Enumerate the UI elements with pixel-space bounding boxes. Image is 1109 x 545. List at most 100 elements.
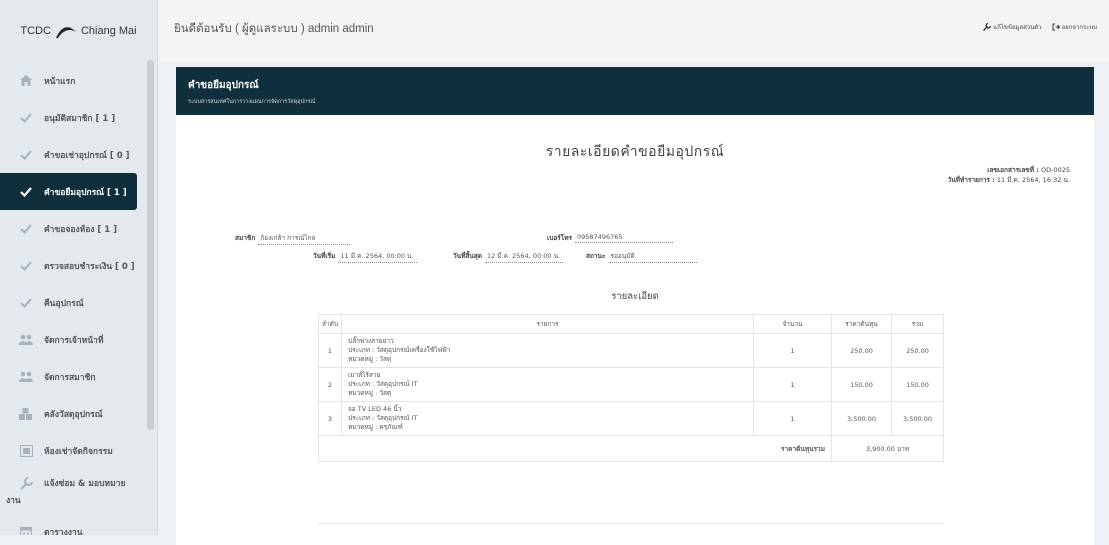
- phone-label: เบอร์โทร: [547, 234, 573, 242]
- status-field: สถานะ รออนุมัติ: [586, 251, 697, 263]
- row-total: 150.00: [891, 367, 944, 402]
- sidebar-item-home[interactable]: หน้าแรก: [0, 62, 157, 99]
- item-type: ประเภท : วัสดุอุปกรณ์ IT: [348, 380, 418, 388]
- sidebar-item-label: หน้าแรก: [44, 76, 76, 87]
- page-subtitle: ระบบสารสนเทศในการวางแผนการจัดการวัสดุอุป…: [188, 99, 316, 105]
- logo-icon: [55, 27, 76, 38]
- col-qty: จำนวน: [753, 314, 832, 334]
- col-total: รวม: [891, 314, 944, 334]
- sidebar-item-payment-check[interactable]: ตรวจสอบชำระเงิน [ 0 ]: [0, 247, 157, 284]
- end-field: วันที่สิ้นสุด 12 มี.ค. 2564, 00:00 น.: [453, 251, 564, 263]
- sidebar-item-return-equipment[interactable]: คืนอุปกรณ์: [0, 284, 157, 321]
- row-price: 150.00: [831, 367, 892, 402]
- row-total: 3,500.00: [891, 401, 944, 436]
- status-value: รออนุมัติ: [608, 251, 697, 263]
- sidebar-item-manage-staff[interactable]: จัดการเจ้าหน้าที่: [0, 321, 157, 358]
- sidebar-scrollbar[interactable]: [147, 60, 154, 430]
- item-category: หมวดหมู่ : ครุภัณฑ์: [348, 423, 403, 431]
- check-icon: [18, 110, 34, 126]
- row-desc: เมาส์ไร้สาย ประเภท : วัสดุอุปกรณ์ IT หมว…: [341, 367, 754, 402]
- check-icon: [18, 295, 34, 311]
- row-qty: 1: [753, 401, 832, 436]
- logout-link[interactable]: ออกจากระบบ: [1052, 22, 1097, 32]
- sidebar-item-label: แจ้งซ่อม & มอบหมาย: [44, 479, 126, 489]
- items-table: ลำดับ รายการ จำนวน ราคาต้นทุน รวม 1 ปลั๊…: [318, 314, 944, 462]
- sidebar-item-schedule[interactable]: ตารางงาน: [0, 513, 157, 535]
- boxes-icon: [18, 406, 34, 422]
- document-meta: เลขเอกสารเลขที่ : OD-0025 วันที่ทำรายการ…: [948, 165, 1070, 185]
- users-icon: [18, 332, 34, 348]
- member-value: ก้องเกล้า การณ์ไกล: [258, 233, 351, 245]
- sidebar-item-label: อนุมัติสมาชิก [ 1 ]: [44, 113, 116, 124]
- sidebar-item-label: คลังวัสดุอุปกรณ์: [44, 409, 103, 420]
- sidebar-item-label: ห้องเช่าจัดกิจกรรม: [44, 446, 113, 457]
- row-price: 3,500.00: [831, 401, 892, 436]
- sidebar-item-label: จัดการสมาชิก: [44, 372, 96, 383]
- section-title: รายละเอียด: [611, 291, 659, 302]
- sidebar-item-inventory[interactable]: คลังวัสดุอุปกรณ์: [0, 395, 157, 432]
- item-category: หมวดหมู่ : วัสดุ: [348, 389, 392, 397]
- edit-profile-label: แก้ไขข้อมูลส่วนตัว: [993, 24, 1042, 31]
- sidebar-item-label-wrap: งาน: [6, 496, 21, 506]
- item-type: ประเภท : วัสดุอุปกรณ์เครื่องใช้ไฟฟ้า: [348, 346, 451, 354]
- calendar-icon: [18, 524, 34, 535]
- sidebar-item-room-bookings[interactable]: คำขอจองห้อง [ 1 ]: [0, 210, 157, 247]
- sidebar-item-label: จัดการเจ้าหน้าที่: [44, 335, 104, 346]
- welcome-text: ยินดีต้อนรับ ( ผู้ดูแลระบบ ) admin admin: [174, 23, 374, 35]
- row-desc: จอ TV LED 46 นิ้ว ประเภท : วัสดุอุปกรณ์ …: [341, 401, 754, 436]
- doc-date: 11 มี.ค. 2564, 16:32 น.: [996, 176, 1070, 184]
- logo[interactable]: TCDC Chiang Mai: [0, 0, 157, 62]
- table-row: 2 เมาส์ไร้สาย ประเภท : วัสดุอุปกรณ์ IT ห…: [318, 367, 944, 402]
- sidebar-item-manage-members[interactable]: จัดการสมาชิก: [0, 358, 157, 395]
- check-icon: [18, 184, 34, 200]
- start-label: วันที่เริ่ม: [313, 252, 336, 260]
- check-icon: [18, 258, 34, 274]
- start-value: 11 มี.ค. 2564, 00:00 น.: [338, 251, 417, 263]
- logout-label: ออกจากระบบ: [1061, 24, 1097, 31]
- sidebar-item-borrow-requests[interactable]: คำขอยืมอุปกรณ์ [ 1 ]: [0, 173, 137, 210]
- phone-field: เบอร์โทร 09587496765: [547, 233, 674, 243]
- logout-icon: [1052, 23, 1060, 31]
- logo-city: Chiang Mai: [80, 25, 137, 37]
- col-item: รายการ: [341, 314, 754, 334]
- row-qty: 1: [753, 333, 832, 368]
- sidebar-item-label: ตรวจสอบชำระเงิน [ 0 ]: [44, 261, 135, 272]
- row-no: 3: [318, 401, 342, 436]
- row-desc: ปลั๊กพ่วงสายยาว ประเภท : วัสดุอุปกรณ์เคร…: [341, 333, 754, 368]
- logo-text: TCDC: [20, 25, 51, 37]
- edit-profile-link[interactable]: แก้ไขข้อมูลส่วนตัว: [983, 22, 1042, 32]
- sidebar-item-rooms[interactable]: ห้องเช่าจัดกิจกรรม: [0, 432, 157, 469]
- wrench-icon: [983, 23, 992, 31]
- check-icon: [18, 147, 34, 163]
- item-name: ปลั๊กพ่วงสายยาว: [348, 337, 394, 345]
- doc-no: OD-0025: [1040, 166, 1070, 174]
- row-total: 250.00: [891, 333, 944, 368]
- page-title: คำขอยืมอุปกรณ์: [188, 80, 259, 91]
- item-name: เมาส์ไร้สาย: [348, 371, 381, 379]
- topbar: ยินดีต้อนรับ ( ผู้ดูแลระบบ ) admin admin…: [158, 0, 1109, 62]
- end-label: วันที่สิ้นสุด: [453, 252, 482, 260]
- doc-date-label: วันที่ทำรายการ :: [947, 176, 995, 184]
- table-row: 3 จอ TV LED 46 นิ้ว ประเภท : วัสดุอุปกรณ…: [318, 401, 944, 436]
- status-label: สถานะ: [586, 252, 606, 260]
- total-value: 3,900.00 บาท: [831, 435, 944, 462]
- col-no: ลำดับ: [318, 314, 342, 334]
- users-icon: [18, 369, 34, 385]
- sidebar-item-label: ตารางงาน: [44, 527, 83, 536]
- item-category: หมวดหมู่ : วัสดุ: [348, 355, 392, 363]
- home-icon: [18, 73, 34, 89]
- document-card: รายละเอียดคำขอยืมอุปกรณ์ เลขเอกสารเลขที่…: [176, 115, 1094, 545]
- table-total-row: ราคาต้นทุนรวม 3,900.00 บาท: [318, 435, 944, 462]
- sidebar-item-repairs[interactable]: แจ้งซ่อม & มอบหมาย งาน: [0, 469, 157, 513]
- sidebar-item-label: คำขอยืมอุปกรณ์ [ 1 ]: [44, 187, 127, 198]
- sidebar-item-label: คำขอจองห้อง [ 1 ]: [44, 224, 118, 235]
- sidebar-item-approve-members[interactable]: อนุมัติสมาชิก [ 1 ]: [0, 99, 157, 136]
- table-header-row: ลำดับ รายการ จำนวน ราคาต้นทุน รวม: [318, 314, 944, 334]
- row-no: 2: [318, 367, 342, 402]
- row-qty: 1: [753, 367, 832, 402]
- doc-no-label: เลขเอกสารเลขที่ :: [987, 166, 1039, 174]
- sidebar-item-rent-requests[interactable]: คำขอเช่าอุปกรณ์ [ 0 ]: [0, 136, 157, 173]
- table-row: 1 ปลั๊กพ่วงสายยาว ประเภท : วัสดุอุปกรณ์เ…: [318, 333, 944, 368]
- row-price: 250.00: [831, 333, 892, 368]
- end-value: 12 มี.ค. 2564, 00:00 น.: [484, 251, 564, 263]
